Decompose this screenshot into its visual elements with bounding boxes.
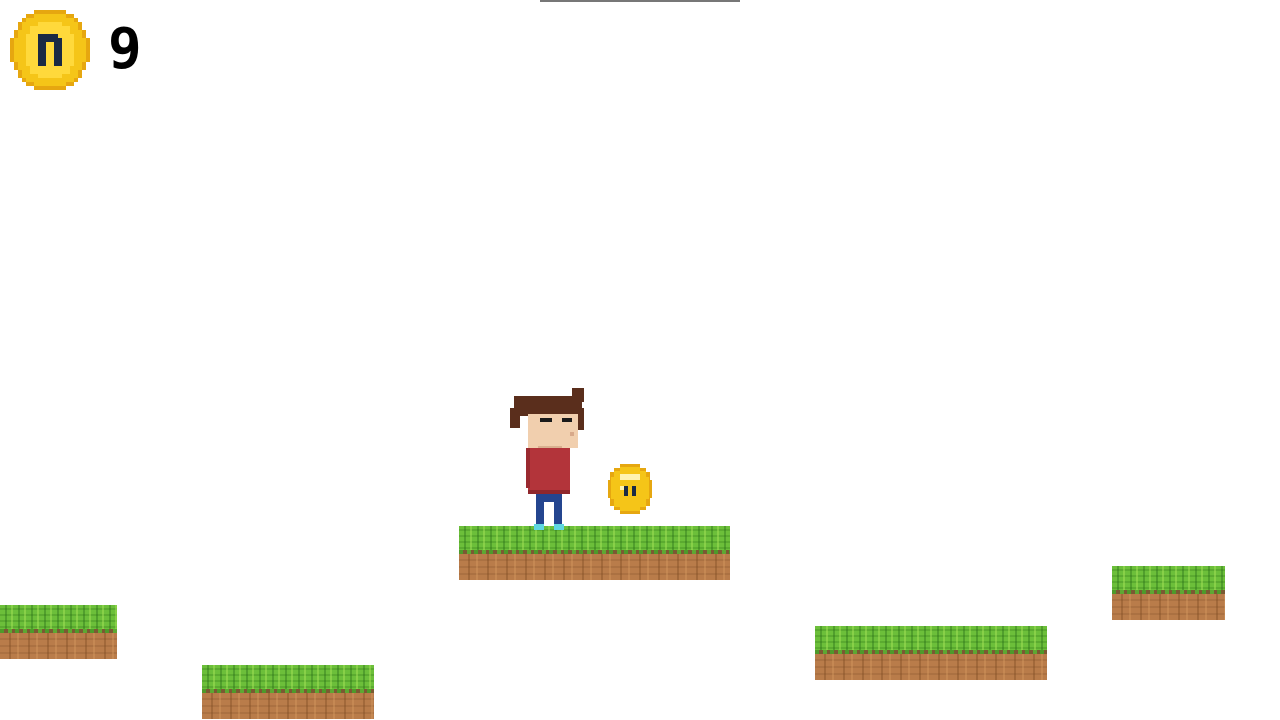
player-character	[510, 388, 584, 530]
collectible-coin	[608, 464, 652, 514]
coin-counter: 9	[108, 17, 144, 82]
grass-platform	[1112, 566, 1225, 620]
top-indicator-bar	[540, 0, 740, 2]
grass-platform	[459, 526, 730, 580]
coin-icon	[10, 10, 90, 90]
grass-platform	[0, 605, 117, 659]
grass-platform	[202, 665, 374, 719]
grass-platform	[815, 626, 1047, 680]
game-stage[interactable]: 9	[0, 0, 1280, 720]
